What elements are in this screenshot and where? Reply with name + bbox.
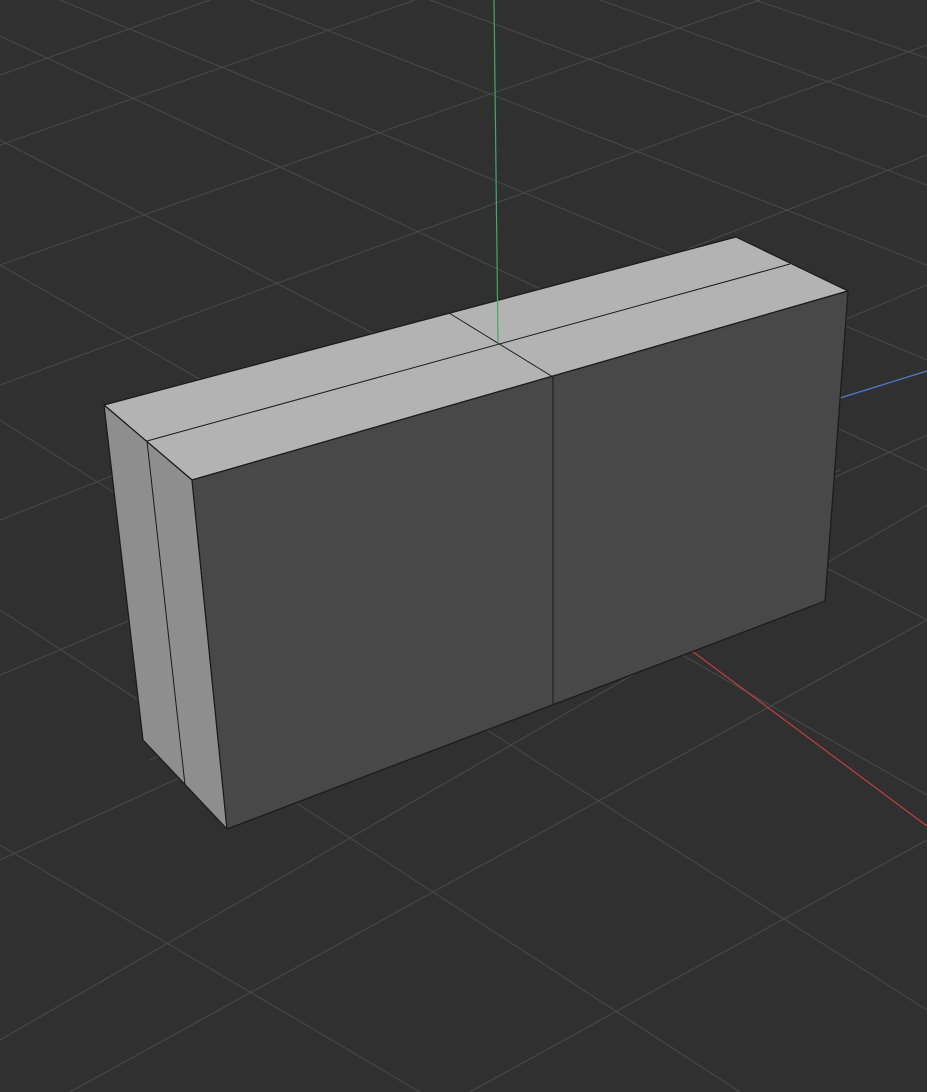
viewport-canvas[interactable]: [0, 0, 927, 1092]
3d-viewport[interactable]: [0, 0, 927, 1092]
y-axis-line: [839, 370, 927, 399]
box-object[interactable]: [103, 236, 849, 830]
z-axis-line: [493, 0, 499, 344]
